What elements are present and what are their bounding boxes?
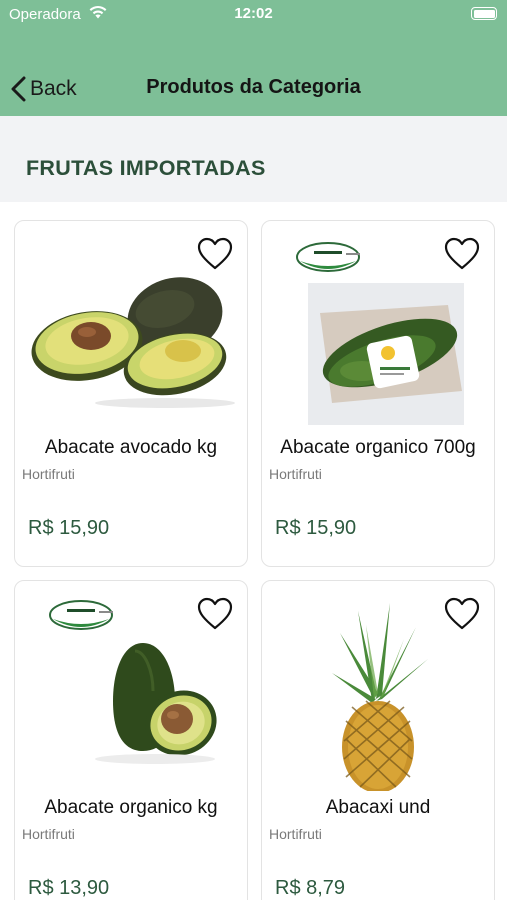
product-category: Hortifruti <box>22 466 75 482</box>
product-name: Abacaxi und <box>325 797 431 818</box>
product-name: Abacate organico kg <box>44 797 218 818</box>
section-header: FRUTAS IMPORTADAS <box>0 116 507 202</box>
status-time: 12:02 <box>234 5 273 22</box>
product-category: Hortifruti <box>269 826 322 842</box>
page-title: Produtos da Categoria <box>146 76 361 98</box>
product-grid: Abacate avocado kg Hortifruti R$ 15,90 A… <box>0 202 507 900</box>
product-price: R$ 15,90 <box>275 517 357 539</box>
product-price: R$ 15,90 <box>28 517 110 539</box>
organico-brasil-seal-icon <box>49 600 113 630</box>
product-card[interactable]: Abacate avocado kg Hortifruti R$ 15,90 <box>14 220 248 567</box>
section-title: FRUTAS IMPORTADAS <box>26 156 266 180</box>
heart-outline-icon[interactable] <box>197 597 233 631</box>
product-name: Abacate organico 700g <box>280 437 476 458</box>
product-category: Hortifruti <box>22 826 75 842</box>
product-card[interactable]: Abacaxi und Hortifruti R$ 8,79 <box>261 580 495 900</box>
header-bar: Operadora 12:02 Back Produtos da Categor… <box>0 0 507 116</box>
product-price: R$ 13,90 <box>28 877 110 899</box>
battery-icon <box>471 7 497 20</box>
product-card[interactable]: Abacate organico kg Hortifruti R$ 13,90 <box>14 580 248 900</box>
heart-outline-icon[interactable] <box>444 597 480 631</box>
status-bar: Operadora 12:02 <box>0 0 507 28</box>
product-price: R$ 8,79 <box>275 877 346 899</box>
organico-brasil-seal-icon <box>296 242 360 272</box>
heart-outline-icon[interactable] <box>197 237 233 271</box>
product-card[interactable]: Abacate organico 700g Hortifruti R$ 15,9… <box>261 220 495 567</box>
product-name: Abacate avocado kg <box>44 437 218 458</box>
heart-outline-icon[interactable] <box>444 237 480 271</box>
product-category: Hortifruti <box>269 466 322 482</box>
